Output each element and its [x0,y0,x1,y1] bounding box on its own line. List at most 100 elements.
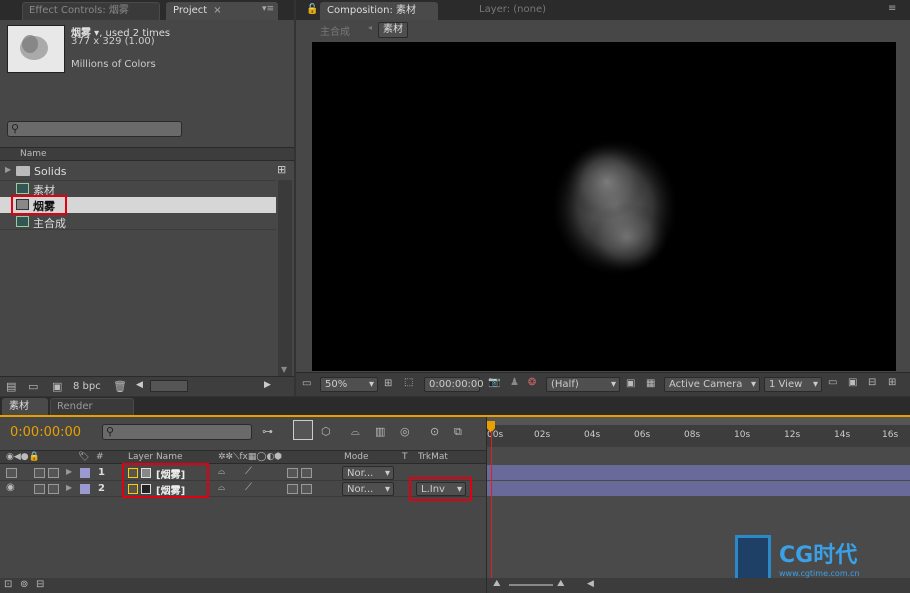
scroll-down-icon[interactable]: ▼ [281,365,287,374]
tab-effect-controls[interactable]: Effect Controls: 烟雾 [22,2,160,20]
resolution-grid-icon[interactable]: ⊞ [384,378,392,389]
mode-select[interactable]: Nor... ▾ [342,482,394,496]
quality-icon[interactable]: ⟋ [245,466,252,477]
fast-preview-icon[interactable]: ▣ [626,378,635,389]
expand-arrow-icon[interactable]: ▶ [5,165,11,174]
time-ruler[interactable]: 00s 02s 04s 06s 08s 10s 12s 14s 16s [487,417,910,447]
shy-icon[interactable]: ⌓ [218,467,225,477]
panel-menu-icon[interactable]: ≡ [888,3,896,14]
bit-depth-button[interactable]: 8 bpc [73,381,101,392]
interpret-footage-icon[interactable]: ▤ [6,380,16,393]
live-update-icon[interactable] [293,420,313,440]
list-item[interactable]: ▶ Solids [0,163,276,179]
composition-viewer[interactable] [312,42,896,371]
adjustment-toggle[interactable] [301,484,312,494]
zoom-slider[interactable] [509,584,553,586]
breadcrumb-main-comp[interactable]: 主合成 [320,23,350,38]
solo-toggle[interactable] [34,468,45,478]
graph-editor-icon[interactable]: ⊙ [430,425,439,438]
zoom-select[interactable]: 50% ▾ [320,377,378,392]
scroll-right-icon[interactable]: ▶ [264,380,271,390]
always-preview-icon[interactable]: ▭ [302,378,311,389]
list-item[interactable]: 主合成 [0,214,276,230]
pixel-aspect-icon[interactable]: ▭ [828,377,837,388]
zoom-in-icon[interactable]: ⛰ [557,579,565,589]
brainstorm-icon[interactable]: ⧉ [454,425,462,439]
tab-timeline-comp[interactable]: 素材× [2,398,48,428]
in-out-icon[interactable]: ⊟ [36,579,44,590]
region-of-interest-icon[interactable]: ⬚ [404,377,413,388]
motion-blur-icon[interactable]: ◎ [400,425,410,438]
mode-select[interactable]: Nor... ▾ [342,466,394,480]
new-composition-icon[interactable]: ▣ [52,380,62,393]
adjustment-toggle[interactable] [301,468,312,478]
lock-toggle[interactable] [48,468,59,478]
list-item[interactable]: 素材 [0,180,276,197]
vertical-scrollbar[interactable]: ▼ [278,180,292,376]
column-layer-name[interactable]: Layer Name [128,452,183,462]
trash-icon[interactable]: 🗑 [113,380,127,393]
column-mode: Mode [344,452,369,462]
quality-icon[interactable]: ⟋ [245,482,252,493]
panel-menu-icon[interactable]: ▾≡ [262,4,274,14]
lock-icon[interactable]: 🔓 [306,4,318,15]
horizontal-scroll-thumb[interactable] [150,380,188,392]
channel-icon[interactable]: ❂ [528,377,536,388]
work-area-bar[interactable] [487,417,910,425]
flowchart-icon[interactable]: ⊞ [888,377,896,388]
close-icon[interactable]: × [213,5,221,16]
lock-toggle[interactable] [48,484,59,494]
ruler-label: 02s [534,430,551,440]
item-colors: Millions of Colors [71,59,156,70]
camera-icon[interactable]: 📷 [488,377,500,388]
chevron-down-icon: ▾ [750,379,756,390]
hide-shy-layers-icon[interactable]: ⌓ [351,425,360,439]
flowchart-icon[interactable]: ⊞ [277,163,286,176]
timecode-field[interactable]: 0:00:00:00 [424,377,484,392]
expand-arrow-icon[interactable]: ▶ [66,483,72,492]
view-layout-select[interactable]: 1 View ▾ [764,377,822,392]
camera-select[interactable]: Active Camera ▾ [664,377,760,392]
expand-arrow-icon[interactable]: ▶ [66,467,72,476]
breadcrumb-arrow-icon: ◂ [368,23,373,32]
solo-toggle[interactable] [34,484,45,494]
transfer-controls-icon[interactable]: ⊚ [20,579,28,590]
chevron-down-icon: ▾ [384,484,390,495]
column-header: Name [0,147,294,161]
fast-previews-icon[interactable]: ▣ [848,377,857,388]
chevron-down-icon: ▾ [610,379,616,390]
current-time-display[interactable]: 0:00:00:00 [10,425,81,440]
chevron-down-icon: ▾ [368,379,374,390]
name-column-header[interactable]: Name [20,149,47,159]
scroll-left-icon[interactable]: ◀ [136,380,143,390]
video-toggle[interactable] [6,468,17,478]
scroll-left-icon[interactable]: ◀ [587,579,594,589]
new-folder-icon[interactable]: ▭ [28,380,38,393]
resolution-select[interactable]: (Half) ▾ [546,377,620,392]
breadcrumb-current-comp[interactable]: 素材 [378,22,408,38]
timeline-area[interactable]: 00s 02s 04s 06s 08s 10s 12s 14s 16s CG时代… [486,417,910,593]
layer-switches-toggle-icon[interactable]: ⊡ [4,579,12,590]
frame-blending-icon[interactable]: ▥ [375,425,385,438]
zoom-out-icon[interactable]: ⛰ [493,579,501,589]
layer-bar[interactable] [487,465,910,480]
eye-icon[interactable]: ◉ [6,482,15,493]
project-search-input[interactable]: ⚲ [7,121,182,137]
timeline-search-input[interactable]: ⚲ [102,424,252,440]
draft-3d-icon[interactable]: ⬡ [321,425,331,438]
show-snapshot-icon[interactable]: ♟ [510,377,519,388]
label-color-swatch[interactable] [80,468,90,478]
tab-layer[interactable]: Layer: (none) [479,4,546,15]
motion-blur-toggle[interactable] [287,484,298,494]
layer-bar[interactable] [487,481,910,496]
tab-composition[interactable]: Composition: 素材▾× [320,2,438,32]
playhead-line[interactable] [491,431,492,583]
motion-blur-toggle[interactable] [287,468,298,478]
shy-icon[interactable]: ⌓ [218,483,225,493]
transparency-grid-icon[interactable]: ▦ [646,378,655,389]
timeline-icon[interactable]: ⊟ [868,377,876,388]
tab-render-queue[interactable]: Render Queue [50,398,134,428]
comp-mini-flowchart-icon[interactable]: ⊶ [262,425,273,438]
label-color-swatch[interactable] [80,484,90,494]
ruler-label: 04s [584,430,601,440]
